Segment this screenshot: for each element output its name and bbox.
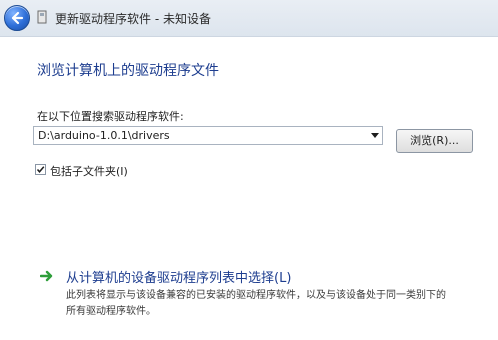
description-line: 此列表将显示与该设备兼容的已安装的驱动程序软件，以及与该设备处于同一类别下的 (66, 290, 446, 301)
window-title: 更新驱动程序软件 - 未知设备 (55, 12, 211, 26)
chevron-down-icon[interactable] (371, 133, 379, 138)
driver-path-combobox[interactable]: D:\arduino-1.0.1\drivers (33, 126, 383, 145)
include-subfolders-checkbox[interactable] (35, 164, 46, 175)
green-arrow-icon (40, 270, 53, 282)
device-icon (37, 10, 47, 24)
back-button[interactable] (4, 5, 30, 31)
page-heading: 浏览计算机上的驱动程序文件 (37, 63, 219, 79)
browse-button[interactable]: 浏览(R)... (396, 129, 473, 153)
search-location-label: 在以下位置搜索驱动程序软件: (37, 110, 184, 123)
back-arrow-icon (11, 11, 24, 25)
driver-path-value[interactable]: D:\arduino-1.0.1\drivers (38, 129, 170, 142)
pick-from-list-link[interactable]: 从计算机的设备驱动程序列表中选择(L) (66, 267, 291, 286)
checkmark-icon (36, 166, 45, 173)
description-line: 所有驱动程序软件。 (66, 306, 156, 317)
title-bar: 更新驱动程序软件 - 未知设备 (0, 0, 498, 37)
pick-from-list-description: 此列表将显示与该设备兼容的已安装的驱动程序软件，以及与该设备处于同一类别下的 所… (66, 288, 494, 320)
include-subfolders-label[interactable]: 包括子文件夹(I) (50, 163, 128, 179)
